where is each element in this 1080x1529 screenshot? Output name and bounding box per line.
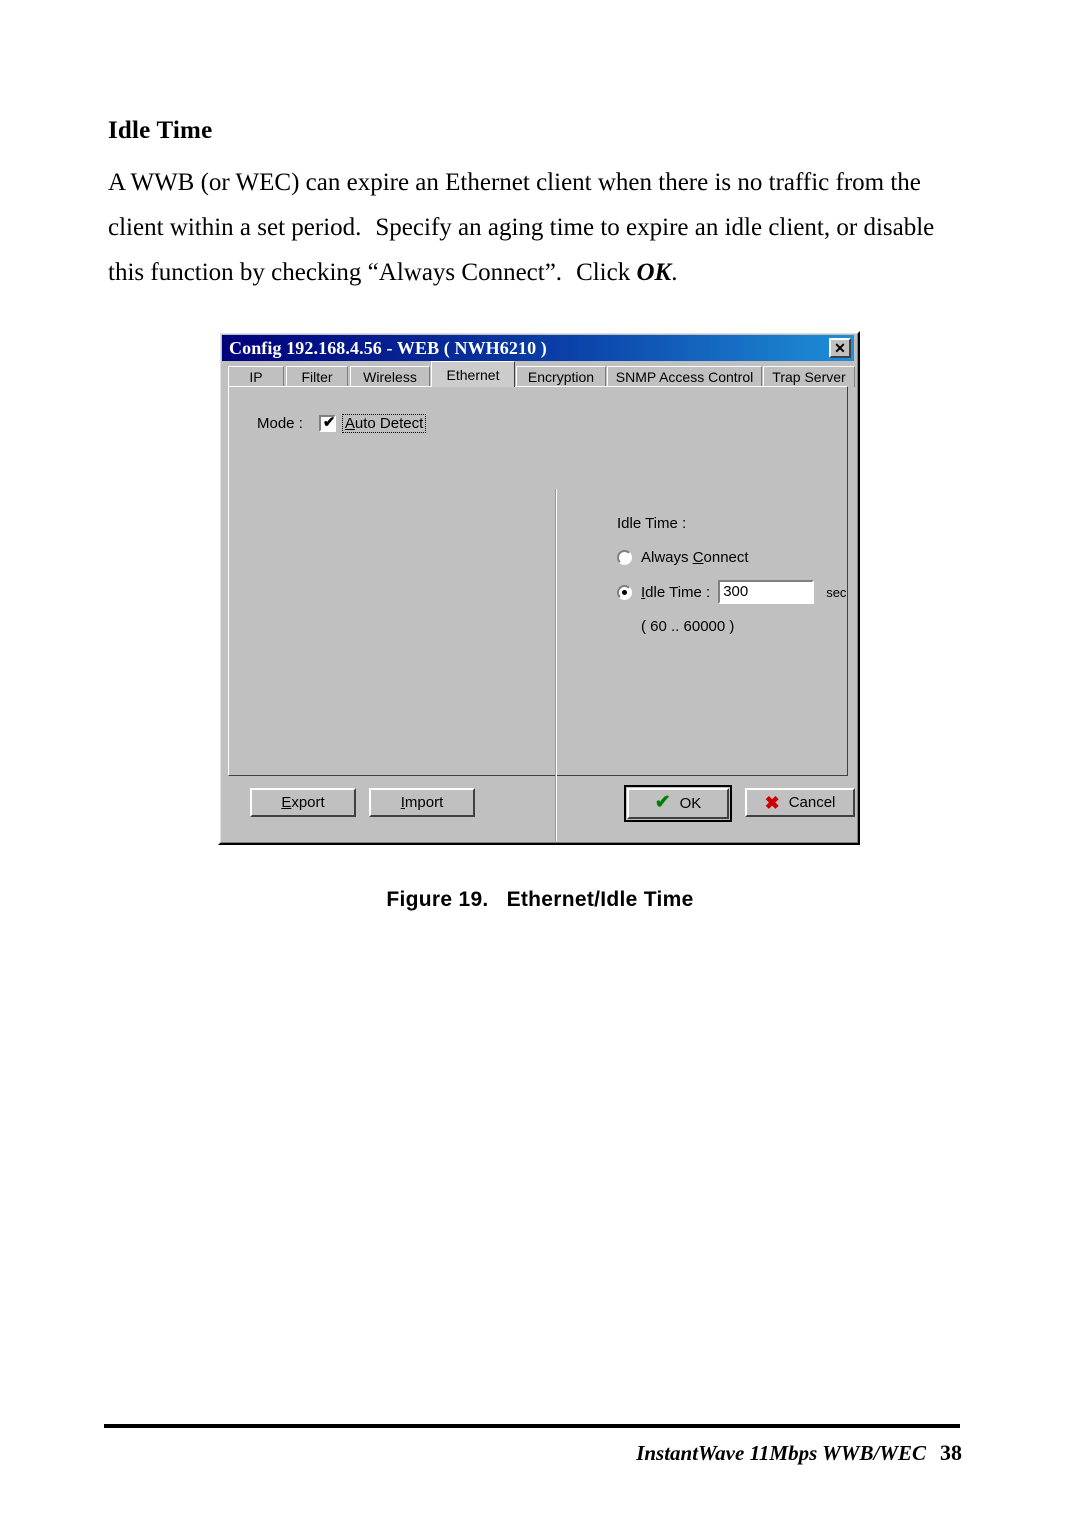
paragraph-line-2b: Specify an aging time to expire an idle … — [375, 214, 858, 241]
always-connect-accesskey: C — [692, 549, 704, 566]
tab-label: Encryption — [527, 369, 595, 385]
ok-button-label: OK — [679, 795, 702, 812]
close-button[interactable]: ✕ — [829, 338, 851, 358]
page-number: 38 — [940, 1440, 962, 1465]
import-label-rest: mport — [404, 794, 444, 811]
tab-label: Wireless — [363, 369, 417, 385]
cancel-button-label: Cancel — [788, 794, 836, 811]
paragraph-line-3c: . — [671, 259, 678, 286]
idle-time-group-title: Idle Time : — [617, 515, 687, 532]
footer-rule — [104, 1424, 960, 1428]
always-connect-radio[interactable] — [617, 550, 632, 565]
cancel-button[interactable]: ✖ Cancel — [745, 788, 855, 817]
always-connect-text-after: onnect — [703, 549, 749, 566]
page-heading: Idle Time — [108, 117, 213, 144]
dialog-titlebar[interactable]: Config 192.168.4.56 - WEB ( NWH6210 ) ✕ — [222, 335, 854, 361]
paragraph-ok-emphasis: OK — [636, 259, 672, 286]
tab-trap-server[interactable]: Trap Server — [763, 366, 855, 387]
import-button[interactable]: Import — [369, 788, 475, 817]
config-dialog: Config 192.168.4.56 - WEB ( NWH6210 ) ✕ … — [218, 331, 860, 845]
tab-filter[interactable]: Filter — [286, 366, 348, 387]
export-button-label: Export — [281, 794, 324, 811]
mode-label: Mode : — [257, 415, 303, 432]
auto-detect-label[interactable]: Auto Detect — [341, 414, 427, 433]
tab-label: Trap Server — [772, 369, 846, 385]
idle-time-row[interactable]: Idle Time : 300 sec — [617, 580, 846, 604]
radio-selected-dot — [622, 589, 627, 595]
export-button[interactable]: Export — [250, 788, 356, 817]
auto-detect-checkbox[interactable]: ✔ — [318, 414, 336, 432]
mode-row: Mode : ✔ Auto Detect — [257, 414, 427, 433]
dialog-title: Config 192.168.4.56 - WEB ( NWH6210 ) — [229, 337, 547, 358]
always-connect-label[interactable]: Always Connect — [641, 549, 749, 566]
tab-label: Ethernet — [446, 366, 500, 383]
always-connect-text-before: Always — [641, 549, 693, 566]
body-paragraph: A WWB (or WEC) can expire an Ethernet cl… — [108, 160, 968, 295]
footer: InstantWave 11Mbps WWB/WEC 38 — [636, 1440, 962, 1466]
idle-time-unit-label: sec — [826, 584, 847, 600]
check-icon: ✔ — [654, 792, 671, 813]
paragraph-line-1: A WWB (or WEC) can expire an Ethernet cl… — [108, 169, 921, 196]
auto-detect-accesskey: A — [344, 415, 355, 432]
tab-encryption[interactable]: Encryption — [516, 366, 606, 387]
tab-snmp-access-control[interactable]: SNMP Access Control — [607, 366, 762, 387]
close-icon: ✕ — [834, 340, 846, 356]
export-accesskey: E — [281, 794, 292, 811]
export-label-rest: xport — [291, 794, 325, 811]
tab-wireless[interactable]: Wireless — [350, 366, 430, 387]
ethernet-tab-panel: Mode : ✔ Auto Detect Idle Time : Always … — [228, 386, 848, 841]
idle-time-group: Idle Time : Always Connect Idle Time : 3… — [617, 515, 846, 635]
dialog-button-bar: Export Import ✔ OK ✖ Cancel — [228, 783, 855, 833]
tab-ethernet[interactable]: Ethernet — [431, 361, 515, 387]
tab-ip[interactable]: IP — [228, 366, 284, 387]
idle-time-range-hint: ( 60 .. 60000 ) — [641, 618, 735, 635]
auto-detect-label-rest: uto Detect — [354, 415, 424, 432]
cross-icon: ✖ — [764, 792, 780, 813]
idle-time-input[interactable]: 300 — [718, 580, 815, 604]
tab-label: IP — [249, 369, 263, 385]
figure-caption-number: Figure 19. — [386, 888, 489, 911]
figure-caption-title: Ethernet/Idle Time — [506, 888, 694, 911]
tab-label: Filter — [301, 369, 333, 385]
ok-button[interactable]: ✔ OK — [624, 785, 732, 822]
idle-time-option-label[interactable]: Idle Time : — [641, 584, 710, 601]
always-connect-row[interactable]: Always Connect — [617, 549, 846, 566]
idle-time-label-rest: dle Time : — [645, 583, 711, 601]
footer-product: InstantWave 11Mbps WWB/WEC — [636, 1441, 926, 1465]
idle-time-radio[interactable] — [617, 584, 632, 600]
tab-strip: IP Filter Wireless Ethernet Encryption S… — [228, 361, 855, 387]
ok-button-face: ✔ OK — [627, 788, 729, 819]
paragraph-line-2a: client within a set period. — [108, 214, 362, 241]
checkmark-icon: ✔ — [322, 414, 336, 431]
tab-label: SNMP Access Control — [615, 369, 754, 385]
import-button-label: Import — [401, 794, 444, 811]
figure-caption: Figure 19. Ethernet/Idle Time — [0, 888, 1080, 912]
paragraph-line-3b: Click — [576, 259, 637, 286]
